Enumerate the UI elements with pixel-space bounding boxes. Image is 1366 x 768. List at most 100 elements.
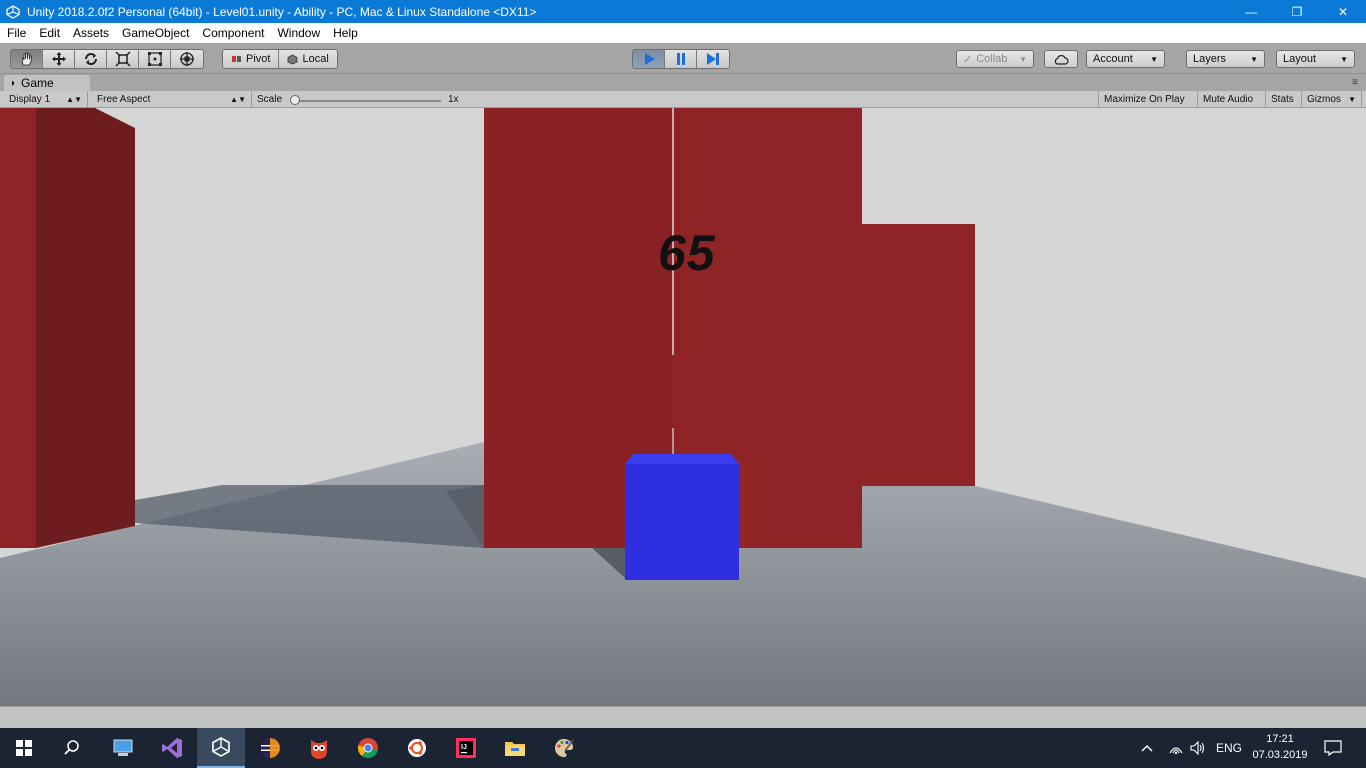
move-icon [51, 52, 66, 66]
account-dropdown[interactable]: Account ▼ [1086, 50, 1165, 68]
menu-component[interactable]: Component [195, 26, 270, 40]
scale-slider-thumb[interactable] [290, 95, 300, 105]
menu-assets[interactable]: Assets [66, 26, 115, 40]
restore-button[interactable]: ❐ [1274, 0, 1320, 23]
game-tab-bar: ◗ Game ≡ [0, 74, 1366, 91]
status-strip [0, 706, 1366, 728]
local-icon [288, 54, 298, 64]
folder-icon [505, 742, 525, 756]
main-toolbar: Pivot Local ✓ Collab ▼ Account ▼ Layers … [0, 43, 1366, 74]
scale-slider-track[interactable] [296, 100, 441, 102]
taskbar-app-paint[interactable] [540, 728, 588, 768]
taskbar-app-explorer-pc[interactable] [99, 728, 147, 768]
notifications-icon[interactable] [1324, 728, 1342, 768]
left-pillar-side [36, 108, 135, 548]
taskbar-app-owl[interactable] [295, 728, 343, 768]
clock-date: 07.03.2019 [1252, 749, 1308, 761]
scale-value: 1x [448, 94, 459, 105]
dropdown-arrow-icon: ▼ [1250, 54, 1258, 64]
layout-dropdown[interactable]: Layout ▼ [1276, 50, 1355, 68]
aspect-dropdown[interactable]: Free Aspect ▲▼ [92, 91, 252, 108]
search-button[interactable] [48, 728, 96, 768]
intellij-icon: IJ [456, 738, 476, 758]
tab-game[interactable]: ◗ Game [4, 75, 90, 91]
rotate-tool-button[interactable] [75, 50, 107, 68]
taskbar-app-unity[interactable] [197, 728, 245, 768]
pivot-button[interactable]: Pivot [223, 50, 280, 68]
pause-button[interactable] [665, 50, 697, 68]
dropdown-arrow-icon: ▼ [1340, 54, 1348, 64]
local-button[interactable]: Local [279, 50, 337, 68]
tray-chevron-icon[interactable] [1140, 728, 1154, 768]
play-button[interactable] [633, 50, 665, 68]
paint-palette-icon [555, 739, 574, 758]
taskbar-app-file-explorer[interactable] [491, 728, 539, 768]
rect-transform-icon [147, 52, 162, 66]
collab-check-icon: ✓ [963, 53, 973, 66]
collab-button[interactable]: ✓ Collab ▼ [956, 50, 1034, 68]
cloud-button[interactable] [1044, 50, 1078, 68]
menu-file[interactable]: File [0, 26, 32, 40]
windows-logo-icon [16, 740, 32, 756]
layers-label: Layers [1193, 53, 1227, 65]
tab-options-icon[interactable]: ≡ [1352, 77, 1358, 88]
transform-tools [10, 49, 204, 69]
close-button[interactable]: ✕ [1320, 0, 1366, 23]
menu-edit[interactable]: Edit [32, 26, 66, 40]
chrome-icon [357, 738, 378, 759]
game-tab-icon: ◗ [10, 77, 17, 89]
menu-window[interactable]: Window [270, 26, 326, 40]
start-button[interactable] [0, 728, 48, 768]
pivot-label: Pivot [246, 53, 271, 65]
menu-gameobject[interactable]: GameObject [115, 26, 195, 40]
move-tool-button[interactable] [43, 50, 75, 68]
local-label: Local [302, 53, 329, 65]
cube-top [625, 454, 739, 464]
display-label: Display 1 [9, 94, 51, 105]
mute-label: Mute Audio [1203, 94, 1254, 105]
menu-help[interactable]: Help [326, 26, 364, 40]
step-button[interactable] [697, 50, 729, 68]
game-view[interactable]: 65 [0, 108, 1366, 706]
game-tab-label: Game [21, 76, 54, 90]
gizmos-label: Gizmos [1307, 94, 1341, 105]
scale-tool-button[interactable] [107, 50, 139, 68]
rect-tool-button[interactable] [139, 50, 171, 68]
rotate-icon [84, 53, 97, 65]
volume-icon[interactable] [1190, 728, 1206, 768]
pivot-icon [232, 56, 241, 62]
language-indicator[interactable]: ENG [1216, 728, 1242, 768]
menu-bar: File Edit Assets GameObject Component Wi… [0, 23, 1366, 43]
taskbar-app-eclipse[interactable] [246, 728, 294, 768]
minimize-button[interactable]: — [1228, 0, 1274, 23]
network-icon[interactable] [1168, 728, 1184, 768]
windows-taskbar: IJ ENG 17:21 07.03.2019 [0, 728, 1366, 768]
dropdown-arrow-icon: ▲▼ [230, 95, 246, 104]
taskbar-app-intellij[interactable]: IJ [442, 728, 490, 768]
gizmos-dropdown[interactable]: Gizmos ▼ [1302, 91, 1362, 108]
player-cube [625, 464, 739, 580]
unity-logo-icon [5, 4, 21, 20]
maximize-on-play-toggle[interactable]: Maximize On Play [1098, 91, 1198, 108]
title-bar: Unity 2018.2.0f2 Personal (64bit) - Leve… [0, 0, 1366, 23]
visual-studio-icon [162, 738, 182, 758]
pivot-toggles: Pivot Local [222, 49, 338, 69]
left-pillar-front [0, 108, 36, 548]
transform-tool-button[interactable] [171, 50, 203, 68]
taskbar-app-visual-studio[interactable] [148, 728, 196, 768]
layout-label: Layout [1283, 53, 1317, 65]
window-title: Unity 2018.2.0f2 Personal (64bit) - Leve… [27, 4, 537, 19]
taskbar-app-ubuntu[interactable] [393, 728, 441, 768]
score-counter: 65 [658, 225, 716, 281]
account-label: Account [1093, 53, 1133, 65]
layers-dropdown[interactable]: Layers ▼ [1186, 50, 1265, 68]
combined-transform-icon [180, 52, 194, 66]
hand-tool-button[interactable] [11, 50, 43, 68]
display-dropdown[interactable]: Display 1 ▲▼ [4, 91, 88, 108]
taskbar-app-chrome[interactable] [344, 728, 392, 768]
stats-toggle[interactable]: Stats [1266, 91, 1302, 108]
svg-text:IJ: IJ [461, 744, 467, 751]
mute-audio-toggle[interactable]: Mute Audio [1198, 91, 1266, 108]
dropdown-arrow-icon: ▼ [1348, 95, 1356, 104]
clock[interactable]: 17:21 07.03.2019 [1244, 731, 1316, 765]
